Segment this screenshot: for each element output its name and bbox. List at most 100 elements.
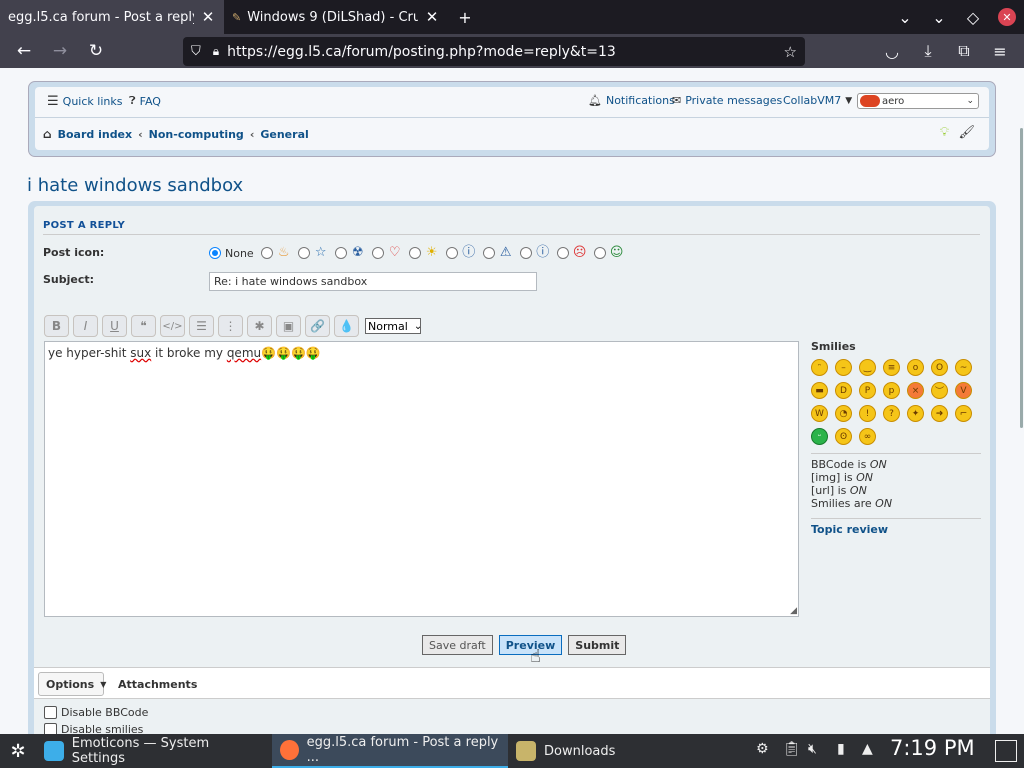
smiley-confused-icon[interactable]: ~ — [955, 359, 972, 376]
smiley-grimace-icon[interactable]: ≡ — [883, 359, 900, 376]
paintbrush-icon[interactable]: 🖌︎ — [958, 125, 975, 140]
radio-sun[interactable] — [408, 247, 421, 259]
smiley-geek-icon[interactable]: ⌐ — [955, 405, 972, 422]
downloads-icon[interactable]: ⤓ — [910, 34, 946, 68]
link-button[interactable]: 🔗 — [305, 315, 330, 337]
smiley-eek-icon[interactable]: O — [931, 359, 948, 376]
smiley-glasses-icon[interactable]: ∞ — [859, 428, 876, 445]
volume-icon[interactable]: 🔇︎ — [808, 741, 817, 757]
submit-button[interactable]: Submit — [568, 635, 627, 655]
smiley-mad-icon[interactable]: × — [907, 382, 924, 399]
radio-grin[interactable] — [593, 247, 606, 259]
disable-smilies-checkbox[interactable] — [44, 723, 57, 734]
disable-bbcode-checkbox[interactable] — [44, 706, 57, 719]
new-tab-icon[interactable]: + — [448, 0, 482, 34]
radio-warning[interactable] — [482, 247, 495, 259]
bold-button[interactable]: B — [44, 315, 69, 337]
radio-question[interactable] — [445, 247, 458, 259]
tray-expand-icon[interactable]: ▲ — [862, 741, 873, 757]
url-bar[interactable]: ⛉ 🔒︎ https://egg.l5.ca/forum/posting.php… — [183, 37, 805, 66]
smiley-nerd-icon[interactable]: ʘ — [835, 428, 852, 445]
tab-forum[interactable]: egg.l5.ca forum - Post a reply ✕ — [0, 0, 224, 34]
resize-handle-icon[interactable]: ◢ — [790, 606, 797, 616]
network-icon[interactable]: ⚙ — [756, 741, 769, 757]
smiley-razz-icon[interactable]: P — [859, 382, 876, 399]
post-icon-heart[interactable]: ♡ — [371, 246, 402, 260]
smiley-neutral-icon[interactable]: – — [835, 359, 852, 376]
message-textarea[interactable]: ye hyper-shit sux it broke my qemu🤑🤑🤑🤑 ◢ — [44, 341, 799, 617]
asterisk-button[interactable]: ✱ — [247, 315, 272, 337]
battery-icon[interactable]: ▮ — [837, 741, 845, 757]
close-tab-icon[interactable]: ✕ — [424, 8, 440, 26]
post-icon-grin[interactable]: ☺ — [593, 246, 624, 260]
shield-icon[interactable]: ⛉ — [191, 44, 201, 59]
lightbulb-icon[interactable]: 💡︎ — [940, 125, 949, 140]
diamond-icon[interactable]: ◇ — [956, 0, 990, 34]
taskbar-item-settings[interactable]: Emoticons — System Settings — [36, 734, 272, 768]
radio-heart[interactable] — [371, 247, 384, 259]
clock[interactable]: 7:19 PM — [890, 736, 975, 760]
tab-windows9[interactable]: ✎ Windows 9 (DiLShad) - Crus ✕ — [224, 0, 448, 34]
post-icon-none[interactable]: None — [209, 247, 254, 260]
smiley-laugh-icon[interactable]: ᵔ — [811, 359, 828, 376]
post-icon-question[interactable]: ⓘ — [445, 246, 476, 260]
extensions-icon[interactable]: ⧉ — [946, 34, 982, 68]
smiley-cool-icon[interactable]: ▬ — [811, 382, 828, 399]
smiley-twisted-icon[interactable]: W — [811, 405, 828, 422]
quick-links-button[interactable]: ☰ Quick links — [47, 94, 122, 109]
post-icon-star[interactable]: ☆ — [297, 246, 328, 260]
smiley-arrow-icon[interactable]: ➜ — [931, 405, 948, 422]
notifications-link[interactable]: 🔔︎ Notifications — [588, 94, 675, 107]
tab-list-chevron-icon[interactable]: ⌄ — [888, 0, 922, 34]
pocket-icon[interactable]: ◡ — [874, 34, 910, 68]
code-button[interactable]: </> — [160, 315, 185, 337]
options-tab[interactable]: Options ▼ — [38, 672, 106, 696]
post-icon-radioactive[interactable]: ☢ — [334, 246, 365, 260]
radio-star[interactable] — [297, 247, 310, 259]
radio-info[interactable] — [519, 247, 532, 259]
quote-button[interactable]: ❝ — [131, 315, 156, 337]
smiley-exclaim-icon[interactable]: ! — [859, 405, 876, 422]
post-icon-fire[interactable]: ♨ — [260, 246, 291, 260]
menu-icon[interactable]: ≡ — [982, 34, 1018, 68]
smiley-evil-icon[interactable]: V — [955, 382, 972, 399]
topic-review-link[interactable]: Topic review — [811, 523, 981, 536]
scrollbar-thumb[interactable] — [1020, 128, 1023, 428]
font-size-select[interactable]: Normal ⌄ — [365, 318, 422, 334]
disable-smilies-option[interactable]: Disable smilies — [44, 723, 143, 734]
attachments-tab[interactable]: Attachments — [118, 678, 197, 691]
smiley-surprised-icon[interactable]: o — [907, 359, 924, 376]
window-close-icon[interactable]: ✕ — [990, 0, 1024, 34]
list-button[interactable]: ☰ — [189, 315, 214, 337]
style-select[interactable]: aero ⌄ — [857, 93, 979, 109]
smiley-sad-icon[interactable]: ︶ — [931, 382, 948, 399]
post-icon-warning[interactable]: ⚠ — [482, 246, 513, 260]
faq-link[interactable]: ❓︎ FAQ — [129, 94, 161, 108]
page-scrollbar[interactable] — [1018, 68, 1024, 734]
italic-button[interactable]: I — [73, 315, 98, 337]
close-tab-icon[interactable]: ✕ — [200, 8, 216, 26]
radio-radioactive[interactable] — [334, 247, 347, 259]
color-button[interactable]: 💧 — [334, 315, 359, 337]
breadcrumb-board-index[interactable]: Board index — [58, 128, 133, 141]
smiley-wink-icon[interactable]: ‿ — [859, 359, 876, 376]
breadcrumb-general[interactable]: General — [260, 128, 308, 141]
disable-bbcode-option[interactable]: Disable BBCode — [44, 706, 148, 719]
smiley-rolleyes-icon[interactable]: ◔ — [835, 405, 852, 422]
smiley-idea-icon[interactable]: ✦ — [907, 405, 924, 422]
back-icon[interactable]: ← — [6, 34, 42, 68]
subject-input[interactable] — [209, 272, 537, 291]
smiley-tongue-icon[interactable]: p — [883, 382, 900, 399]
save-draft-button[interactable]: Save draft — [422, 635, 493, 655]
radio-fire[interactable] — [260, 247, 273, 259]
smiley-grin-icon[interactable]: D — [835, 382, 852, 399]
breadcrumb-non-computing[interactable]: Non-computing — [149, 128, 244, 141]
smiley-green-icon[interactable]: ᵕ — [811, 428, 828, 445]
show-desktop-icon[interactable] — [995, 740, 1017, 762]
lock-icon[interactable]: 🔒︎ — [213, 44, 219, 59]
taskbar-item-firefox[interactable]: egg.l5.ca forum - Post a reply ... — [272, 734, 508, 768]
minimize-chevron-icon[interactable]: ⌄ — [922, 0, 956, 34]
ordered-list-button[interactable]: ⋮ — [218, 315, 243, 337]
bookmark-star-icon[interactable]: ☆ — [784, 43, 797, 61]
underline-button[interactable]: U — [102, 315, 127, 337]
